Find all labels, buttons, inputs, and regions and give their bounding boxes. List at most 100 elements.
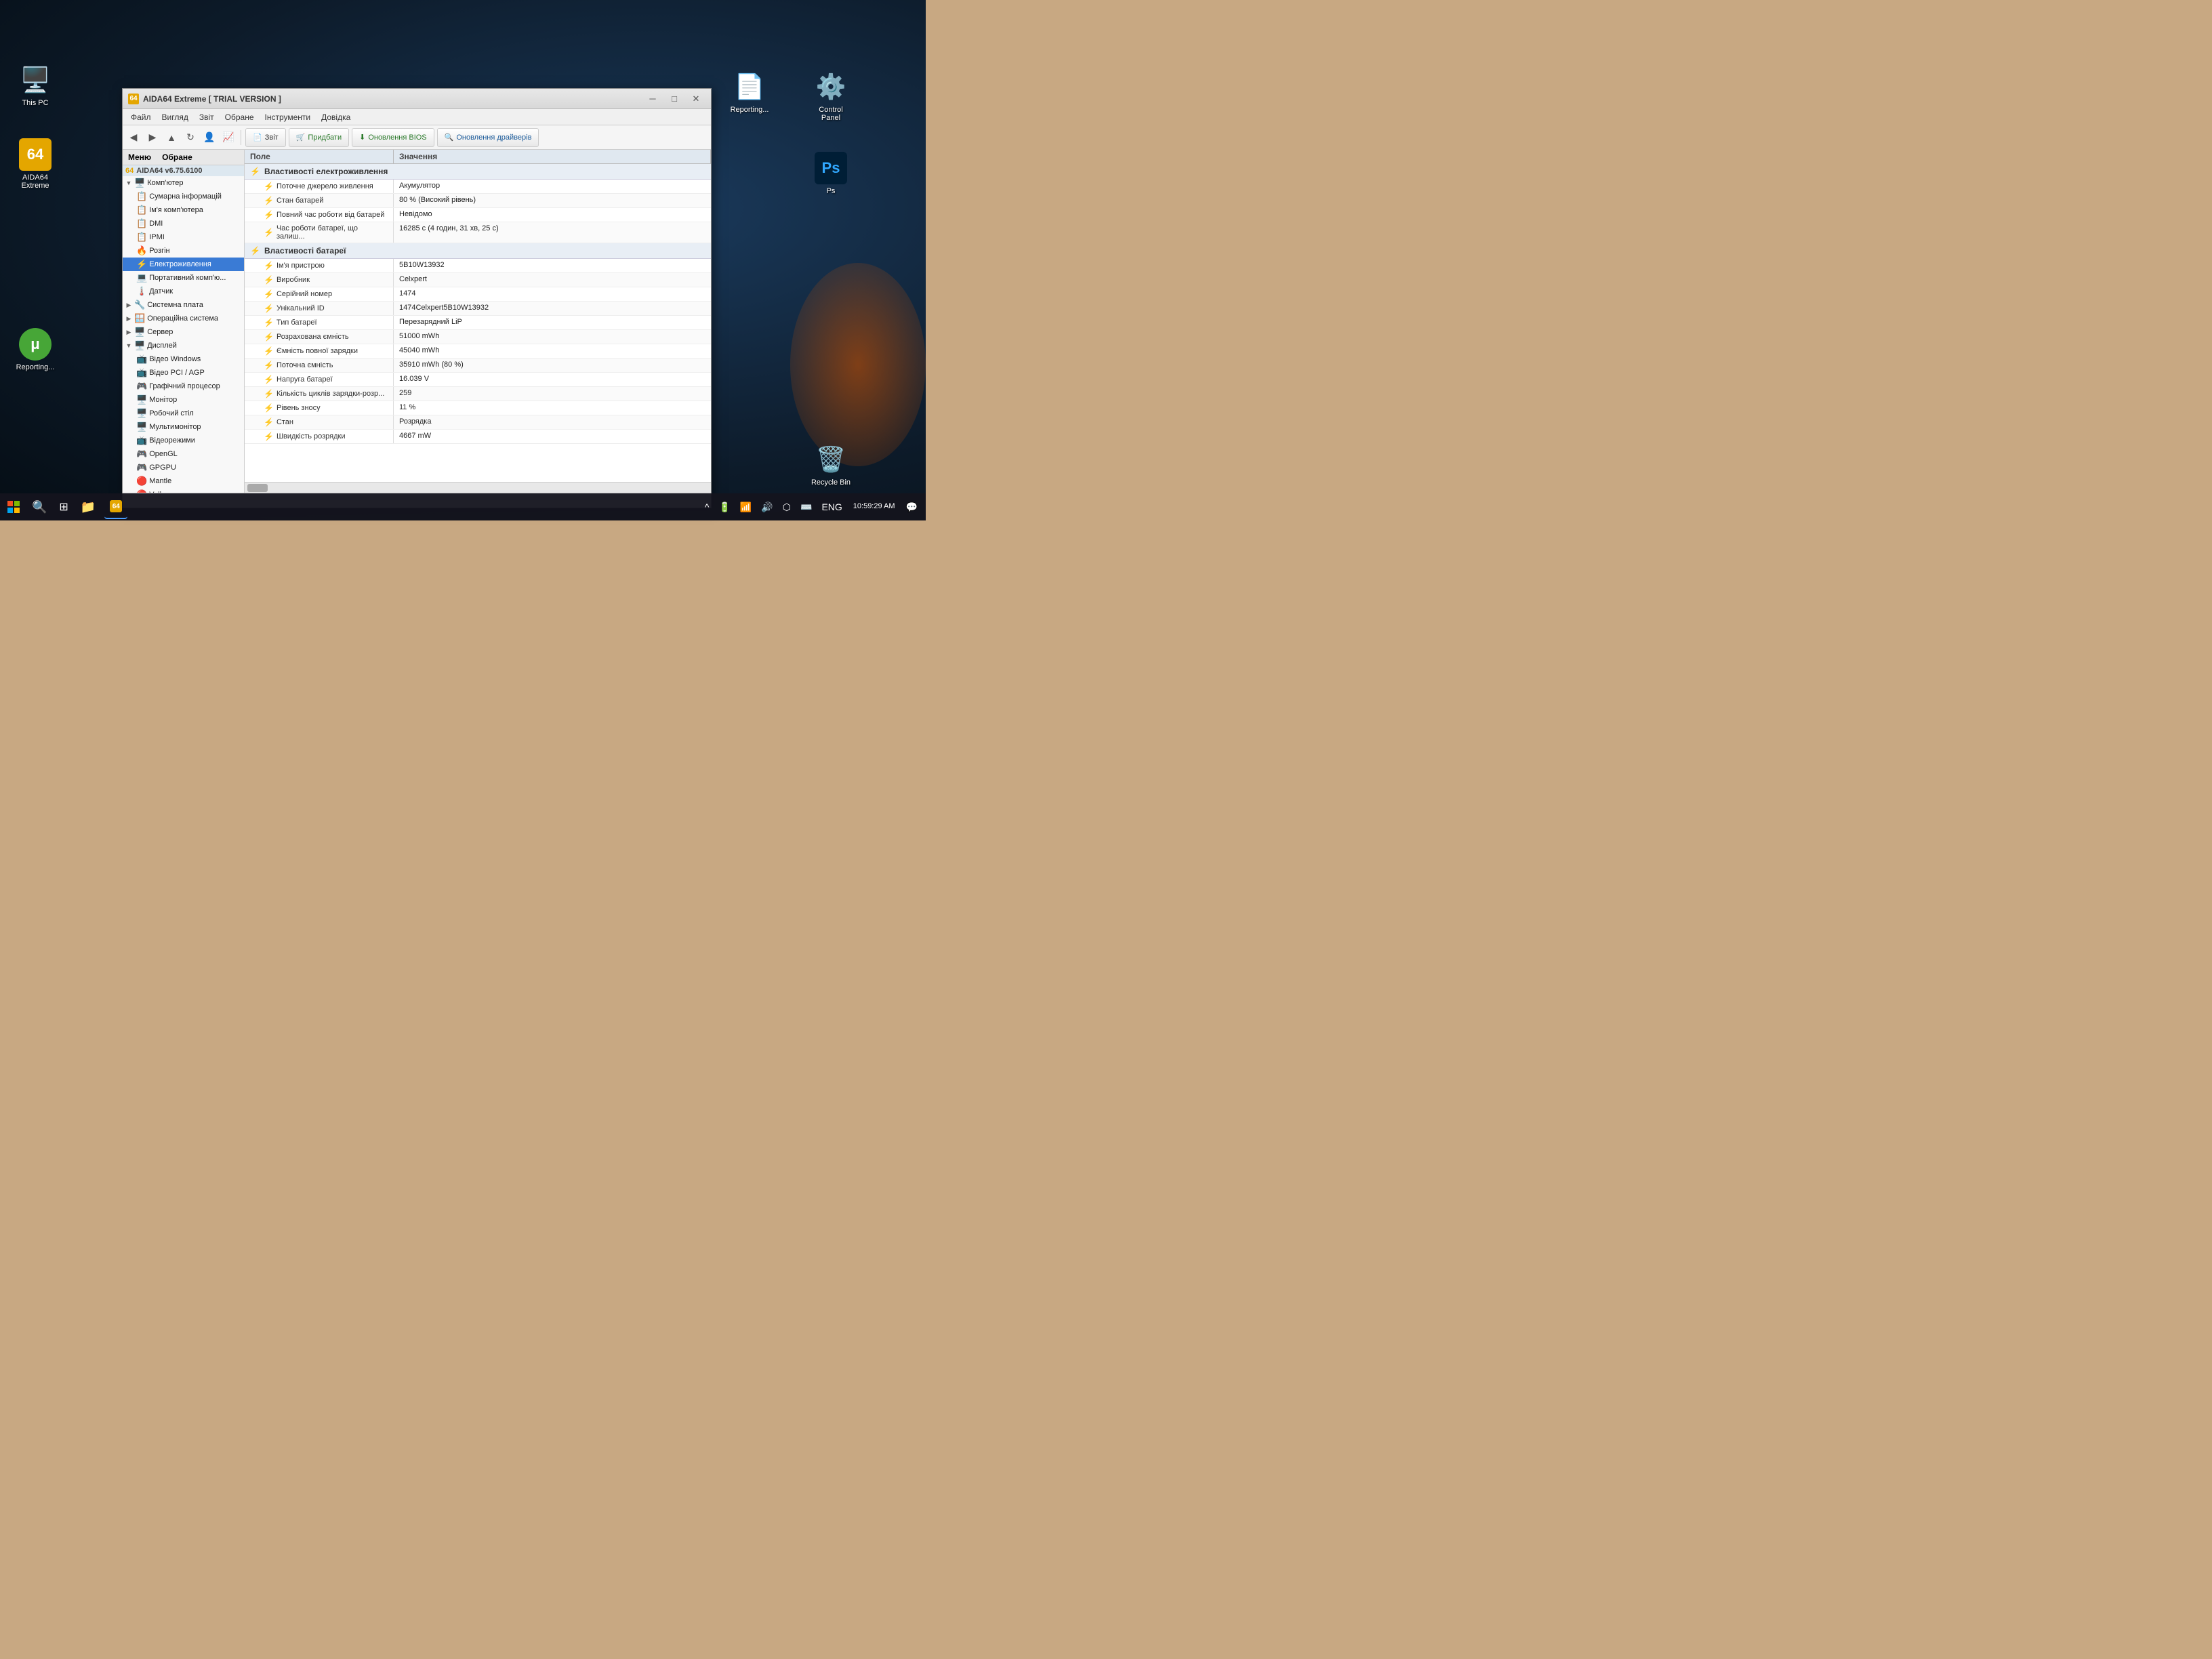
tree-dmi[interactable]: 📋 DMI xyxy=(123,217,244,230)
tree-gpgpu[interactable]: 🎮 GPGPU xyxy=(123,461,244,474)
tree-motherboard-label: Системна плата xyxy=(147,301,203,309)
menu-favorites[interactable]: Обране xyxy=(220,111,260,123)
value-unique-id: 1474Celxpert5B10W13932 xyxy=(394,302,711,315)
close-button[interactable]: ✕ xyxy=(687,91,705,106)
desktop-icon-reporting[interactable]: 📄 Reporting... xyxy=(722,68,777,117)
refresh-button[interactable]: ↻ xyxy=(182,129,199,146)
sidebar-favorites-tab[interactable]: Обране xyxy=(157,150,198,165)
tree-display[interactable]: ▼ 🖥️ Дисплей xyxy=(123,339,244,352)
tree-mantle[interactable]: 🔴 Mantle xyxy=(123,474,244,488)
desktop-icon-aida64[interactable]: 64 AIDA64Extreme xyxy=(8,136,62,192)
desktop-icon-ps[interactable]: Ps Ps xyxy=(804,149,858,198)
chart-button[interactable]: 📈 xyxy=(220,129,237,146)
tree-computer[interactable]: ▼ 🖥️ Комп'ютер xyxy=(123,176,244,190)
desktop-icon-utorrent[interactable]: μ Reporting... xyxy=(8,325,62,374)
driver-update-button[interactable]: 🔍 Оновлення драйверів xyxy=(437,128,539,147)
maximize-button[interactable]: □ xyxy=(665,91,684,106)
report-button[interactable]: 📄 Звіт xyxy=(245,128,286,147)
tree-summary[interactable]: 📋 Сумарна інформацій xyxy=(123,190,244,203)
user-button[interactable]: 👤 xyxy=(201,129,218,146)
tree-overclock[interactable]: 🔥 Розгін xyxy=(123,244,244,258)
tray-language[interactable]: ENG xyxy=(819,500,844,514)
field-battery-state: ⚡ Стан батарей xyxy=(245,194,394,207)
menu-file[interactable]: Файл xyxy=(125,111,157,123)
tray-volume[interactable]: 🔊 xyxy=(758,500,775,514)
data-table: ⚡ Властивості електроживлення ⚡ Поточне … xyxy=(245,164,711,482)
tree-opengl[interactable]: 🎮 OpenGL xyxy=(123,447,244,461)
sidebar-menu-tab[interactable]: Меню xyxy=(123,150,157,165)
desktop-icon-this-pc[interactable]: 🖥️ This PC xyxy=(8,61,62,110)
menu-report[interactable]: Звіт xyxy=(194,111,220,123)
tree-vulkan[interactable]: 🔴 Vulkan xyxy=(123,488,244,493)
tray-battery[interactable]: 🔋 xyxy=(716,500,733,514)
explorer-button[interactable]: 📁 xyxy=(75,496,101,518)
minimize-button[interactable]: ─ xyxy=(643,91,662,106)
desktop-icon-control-panel[interactable]: ⚙️ ControlPanel xyxy=(804,68,858,125)
table-row: ⚡ Поточна ємність 35910 mWh (80 %) xyxy=(245,359,711,373)
tray-network[interactable]: 📶 xyxy=(737,500,754,514)
buy-button[interactable]: 🛒 Придбати xyxy=(289,128,349,147)
task-view-button[interactable]: ⊞ xyxy=(54,496,73,518)
forward-button[interactable]: ▶ xyxy=(144,129,161,146)
desktop-icon-recycle-bin[interactable]: 🗑️ Recycle Bin xyxy=(804,441,858,489)
field-serial: ⚡ Серійний номер xyxy=(245,287,394,301)
tree-vpci-label: Відео PCI / AGP xyxy=(149,369,205,377)
tree-video-windows[interactable]: 📺 Відео Windows xyxy=(123,352,244,366)
tree-gpu[interactable]: 🎮 Графічний процесор xyxy=(123,380,244,393)
tray-keyboard[interactable]: ⌨️ xyxy=(798,500,815,514)
bios-update-button[interactable]: ⬇ Оновлення BIOS xyxy=(352,128,434,147)
menu-view[interactable]: Вигляд xyxy=(157,111,194,123)
section-power-icon: ⚡ xyxy=(250,167,260,176)
section-power-title: Властивості електроживлення xyxy=(264,167,388,176)
tree-power[interactable]: ⚡ Електроживлення xyxy=(123,258,244,271)
horizontal-scrollbar[interactable] xyxy=(245,482,711,493)
content-area: Меню Обране 64 AIDA64 v6.75.6100 ▼ 🖥️ Ко… xyxy=(123,150,711,493)
tree-os[interactable]: ▶ 🪟 Операційна система xyxy=(123,312,244,325)
tree-portable[interactable]: 💻 Портативний комп'ю... xyxy=(123,271,244,285)
start-button[interactable] xyxy=(3,496,24,518)
tray-chevron[interactable]: ^ xyxy=(702,500,712,514)
value-state: Розрядка xyxy=(394,415,711,429)
aida64-icon: 64 xyxy=(19,138,52,171)
tree-videomodes[interactable]: 📺 Відеорежими xyxy=(123,434,244,447)
field-icon-6: ⚡ xyxy=(264,275,274,285)
tree-sensor[interactable]: 🌡️ Датчик xyxy=(123,285,244,298)
mantle-icon: 🔴 xyxy=(136,476,147,487)
tray-bluetooth[interactable]: ⬡ xyxy=(780,500,794,514)
field-current-source: ⚡ Поточне джерело живлення xyxy=(245,180,394,193)
value-wear: 11 % xyxy=(394,401,711,415)
utorrent-label: Reporting... xyxy=(16,363,55,371)
table-row: ⚡ Ємність повної зарядки 45040 mWh xyxy=(245,344,711,359)
tree-gpgpu-label: GPGPU xyxy=(149,464,176,472)
sidebar-version: 64 AIDA64 v6.75.6100 xyxy=(123,165,244,176)
up-button[interactable]: ▲ xyxy=(163,129,180,146)
search-button[interactable]: 🔍 xyxy=(26,496,52,518)
ps-icon: Ps xyxy=(815,152,847,184)
menu-help[interactable]: Довідка xyxy=(316,111,356,123)
field-device-name: ⚡ Ім'я пристрою xyxy=(245,259,394,272)
field-icon-14: ⚡ xyxy=(264,389,274,398)
control-panel-icon: ⚙️ xyxy=(815,70,847,103)
tree-server[interactable]: ▶ 🖥️ Сервер xyxy=(123,325,244,339)
taskbar-aida64-app[interactable]: 64 xyxy=(104,495,127,519)
sidebar: Меню Обране 64 AIDA64 v6.75.6100 ▼ 🖥️ Ко… xyxy=(123,150,245,493)
menu-tools[interactable]: Інструменти xyxy=(260,111,316,123)
tree-multimonitor[interactable]: 🖥️ Мультимонітор xyxy=(123,420,244,434)
tray-notification[interactable]: 💬 xyxy=(903,500,920,514)
back-button[interactable]: ◀ xyxy=(125,129,142,146)
h-scrollbar-thumb[interactable] xyxy=(247,484,268,492)
sidebar-version-text: AIDA64 v6.75.6100 xyxy=(136,167,202,175)
tree-desktop[interactable]: 🖥️ Робочий стіл xyxy=(123,407,244,420)
summary-icon: 📋 xyxy=(136,191,147,202)
value-manufacturer: Celxpert xyxy=(394,273,711,287)
overclock-icon: 🔥 xyxy=(136,245,147,256)
tree-sensor-label: Датчик xyxy=(149,287,173,295)
tree-video-pci[interactable]: 📺 Відео PCI / AGP xyxy=(123,366,244,380)
tree-monitor[interactable]: 🖥️ Монітор xyxy=(123,393,244,407)
aida64-window: 64 AIDA64 Extreme [ TRIAL VERSION ] ─ □ … xyxy=(122,88,712,508)
tree-computer-name[interactable]: 📋 Ім'я комп'ютера xyxy=(123,203,244,217)
taskbar-clock[interactable]: 10:59:29 AM xyxy=(849,500,899,513)
reporting-label: Reporting... xyxy=(731,106,769,114)
tree-motherboard[interactable]: ▶ 🔧 Системна плата xyxy=(123,298,244,312)
tree-ipmi[interactable]: 📋 IPMI xyxy=(123,230,244,244)
